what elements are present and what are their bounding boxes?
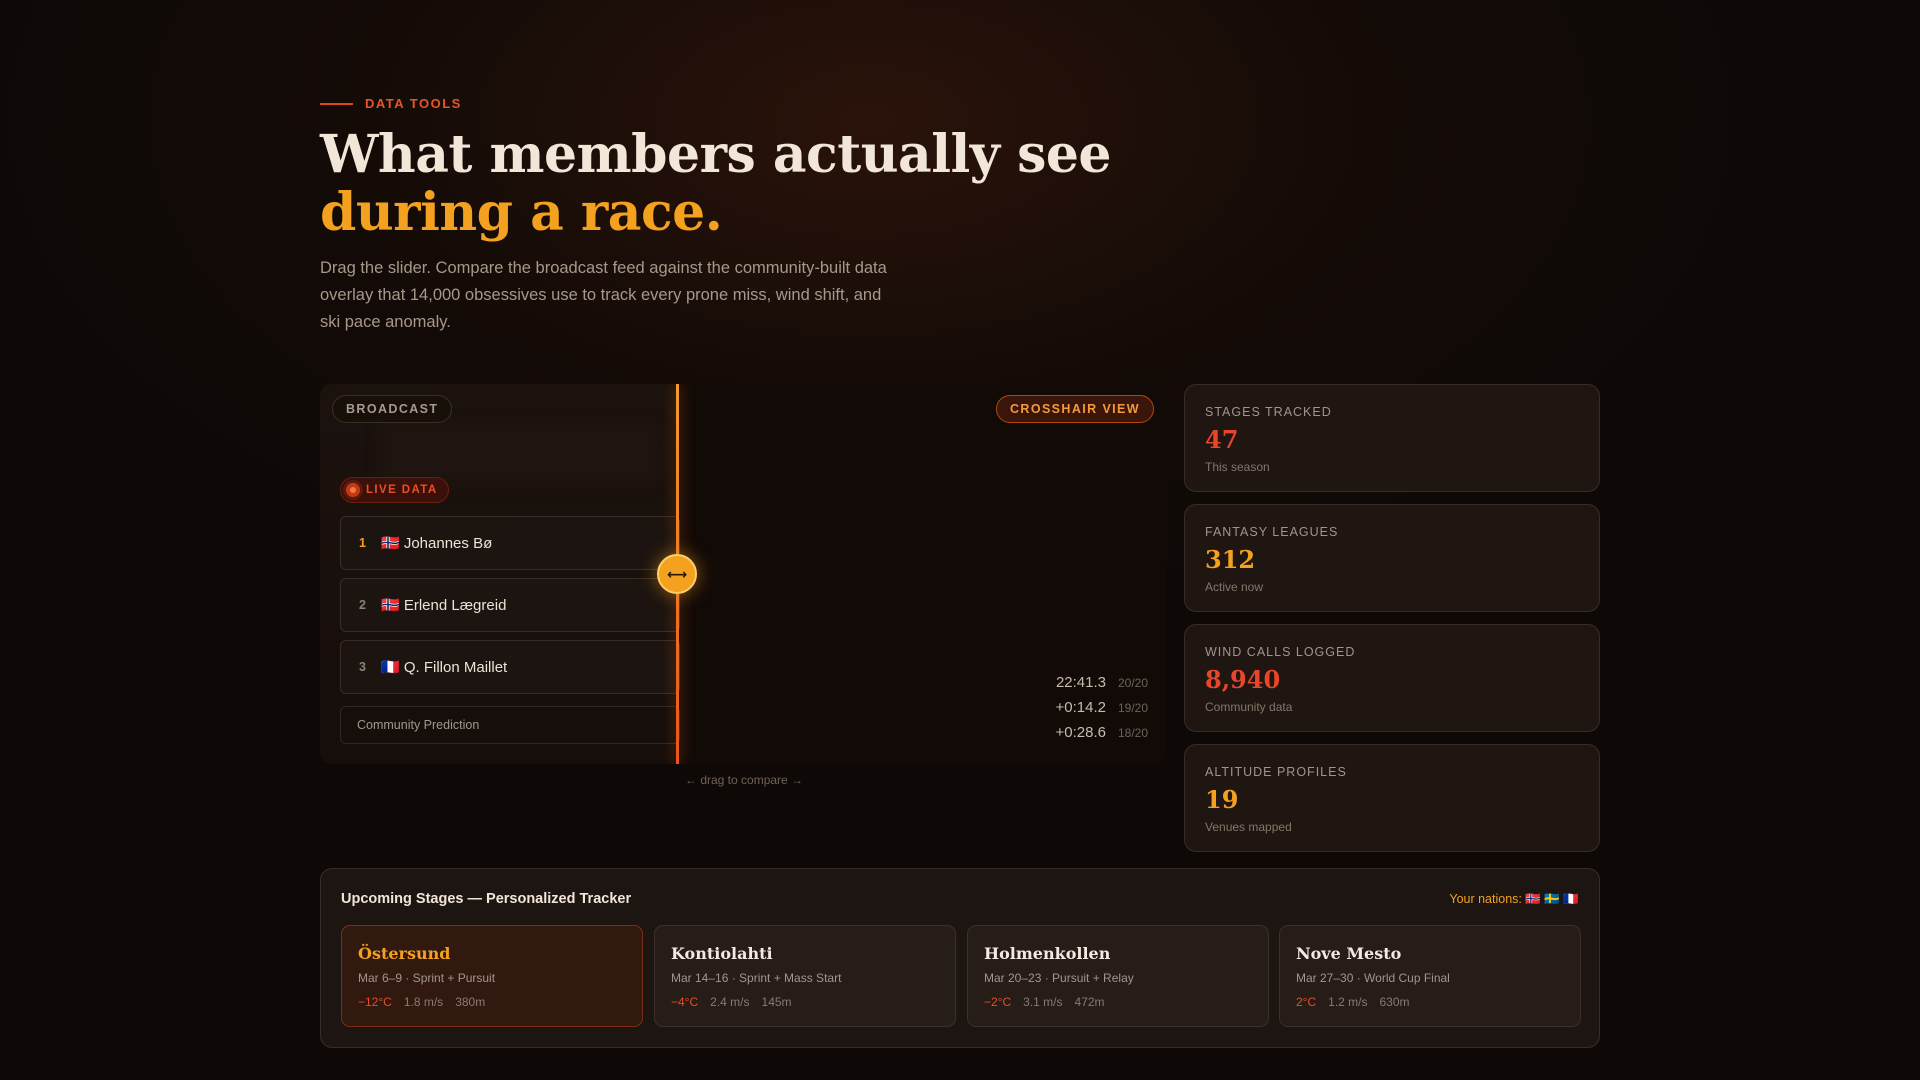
stage-temperature: −2°C <box>984 995 1012 1009</box>
stat-subtext: Community data <box>1205 700 1293 714</box>
stat-card-leagues: FANTASY LEAGUES 312 Active now <box>1184 504 1600 612</box>
stage-name: Holmenkollen <box>984 944 1111 963</box>
intro-paragraph: Drag the slider. Compare the broadcast f… <box>320 259 887 331</box>
ranking-row-1: 1 🇳🇴 Johannes Bø <box>340 516 680 570</box>
stage-card-nove-mesto[interactable]: Nove Mesto Mar 27–30 · World Cup Final 2… <box>1279 925 1581 1027</box>
split-times: 22:41.3 20/20 +0:14.2 19/20 +0:28.6 18/2… <box>1055 674 1149 741</box>
stage-wind: 1.8 m/s <box>403 995 444 1009</box>
stat-value: 312 <box>1205 545 1256 574</box>
stage-card-holmenkollen[interactable]: Holmenkollen Mar 20–23 · Pursuit + Relay… <box>967 925 1269 1027</box>
eyebrow-line <box>320 102 353 105</box>
shooting-score: 19/20 <box>1118 701 1149 715</box>
split-time: +0:28.6 <box>1055 724 1106 741</box>
shooting-score: 20/20 <box>1118 676 1149 690</box>
stage-name: Kontiolahti <box>671 944 773 963</box>
rank-number: 1 <box>359 536 366 550</box>
athlete-name: 🇳🇴 Johannes Bø <box>381 535 493 552</box>
stat-label: STAGES TRACKED <box>1205 405 1332 419</box>
community-prediction: Community Prediction <box>340 706 680 744</box>
stage-wind: 1.2 m/s <box>1328 995 1368 1009</box>
athlete-name: 🇫🇷 Q. Fillon Maillet <box>381 659 508 676</box>
stage-dates: Mar 6–9 · Sprint + Pursuit <box>358 971 496 985</box>
title-line-2: during a race. <box>320 182 723 243</box>
split-time: +0:14.2 <box>1055 699 1106 716</box>
stage-altitude: 380m <box>455 995 486 1009</box>
stage-temperature: −12°C <box>358 995 392 1009</box>
stat-subtext: Active now <box>1205 580 1264 594</box>
stage-conditions: −4°C 2.4 m/s 145m <box>671 995 939 1009</box>
rank-number: 2 <box>359 598 366 612</box>
drag-hint: ← drag to compare → <box>685 773 804 787</box>
rank-number: 3 <box>359 660 366 674</box>
stage-temperature: −4°C <box>671 995 699 1009</box>
ranking-row-2: 2 🇳🇴 Erlend Lægreid <box>340 578 680 632</box>
stat-value: 47 <box>1205 425 1239 454</box>
live-data-label: LIVE DATA <box>366 484 438 496</box>
stage-dates: Mar 14–16 · Sprint + Mass Start <box>671 971 842 985</box>
your-nations-link[interactable]: Your nations: 🇳🇴 🇸🇪 🇫🇷 <box>1449 892 1579 907</box>
stage-card-kontiolahti[interactable]: Kontiolahti Mar 14–16 · Sprint + Mass St… <box>654 925 956 1027</box>
stat-label: WIND CALLS LOGGED <box>1205 645 1356 659</box>
upcoming-stages-panel: Upcoming Stages — Personalized Tracker Y… <box>320 868 1600 1048</box>
stat-value: 19 <box>1205 785 1239 814</box>
live-dot-icon <box>346 483 360 497</box>
split-time-row: +0:28.6 18/20 <box>1055 724 1149 741</box>
stat-value: 8,940 <box>1205 665 1281 694</box>
stat-card-altitude: ALTITUDE PROFILES 19 Venues mapped <box>1184 744 1600 852</box>
drag-arrows-icon: ⟷ <box>666 565 688 582</box>
broadcast-label: BROADCAST <box>332 395 453 423</box>
stat-subtext: Venues mapped <box>1205 820 1292 834</box>
stage-dates: Mar 27–30 · World Cup Final <box>1296 971 1450 985</box>
stage-name: Östersund <box>358 944 451 963</box>
stage-altitude: 472m <box>1074 995 1105 1009</box>
stage-altitude: 630m <box>1379 995 1410 1009</box>
stage-dates: Mar 20–23 · Pursuit + Relay <box>984 971 1134 985</box>
section-eyebrow: DATA TOOLS <box>320 96 462 111</box>
stage-conditions: 2°C 1.2 m/s 630m <box>1296 995 1564 1009</box>
stage-temperature: 2°C <box>1296 995 1317 1009</box>
split-time-row: +0:14.2 19/20 <box>1055 699 1149 716</box>
stat-card-wind: WIND CALLS LOGGED 8,940 Community data <box>1184 624 1600 732</box>
stage-wind: 2.4 m/s <box>710 995 750 1009</box>
crosshair-view-label: CROSSHAIR VIEW <box>995 395 1154 423</box>
stat-label: FANTASY LEAGUES <box>1205 525 1339 539</box>
split-time: 22:41.3 <box>1055 674 1106 691</box>
stage-name: Nove Mesto <box>1296 944 1402 963</box>
comparison-slider[interactable]: BROADCAST CROSSHAIR VIEW LIVE DATA 1 🇳🇴 … <box>320 384 1166 764</box>
split-time-row: 22:41.3 20/20 <box>1056 674 1148 691</box>
slider-handle[interactable]: ⟷ <box>657 554 697 594</box>
stat-card-stages: STAGES TRACKED 47 This season <box>1184 384 1600 492</box>
shooting-score: 18/20 <box>1118 726 1149 740</box>
stat-subtext: This season <box>1205 460 1270 474</box>
athlete-name: 🇳🇴 Erlend Lægreid <box>381 597 507 614</box>
stat-label: ALTITUDE PROFILES <box>1205 765 1347 779</box>
eyebrow-label: DATA TOOLS <box>365 96 462 111</box>
stage-wind: 3.1 m/s <box>1023 995 1063 1009</box>
stage-conditions: −12°C 1.8 m/s 380m <box>358 995 626 1009</box>
title-line-1: What members actually see <box>320 124 1112 185</box>
ranking-row-3: 3 🇫🇷 Q. Fillon Maillet <box>340 640 680 694</box>
live-data-badge: LIVE DATA <box>340 477 449 503</box>
stage-card-ostersund[interactable]: Östersund Mar 6–9 · Sprint + Pursuit −12… <box>341 925 643 1027</box>
stage-conditions: −2°C 3.1 m/s 472m <box>984 995 1252 1009</box>
upcoming-title: Upcoming Stages — Personalized Tracker <box>341 891 632 907</box>
page-title: What members actually see during a race. <box>320 124 1112 243</box>
stage-altitude: 145m <box>761 995 792 1009</box>
